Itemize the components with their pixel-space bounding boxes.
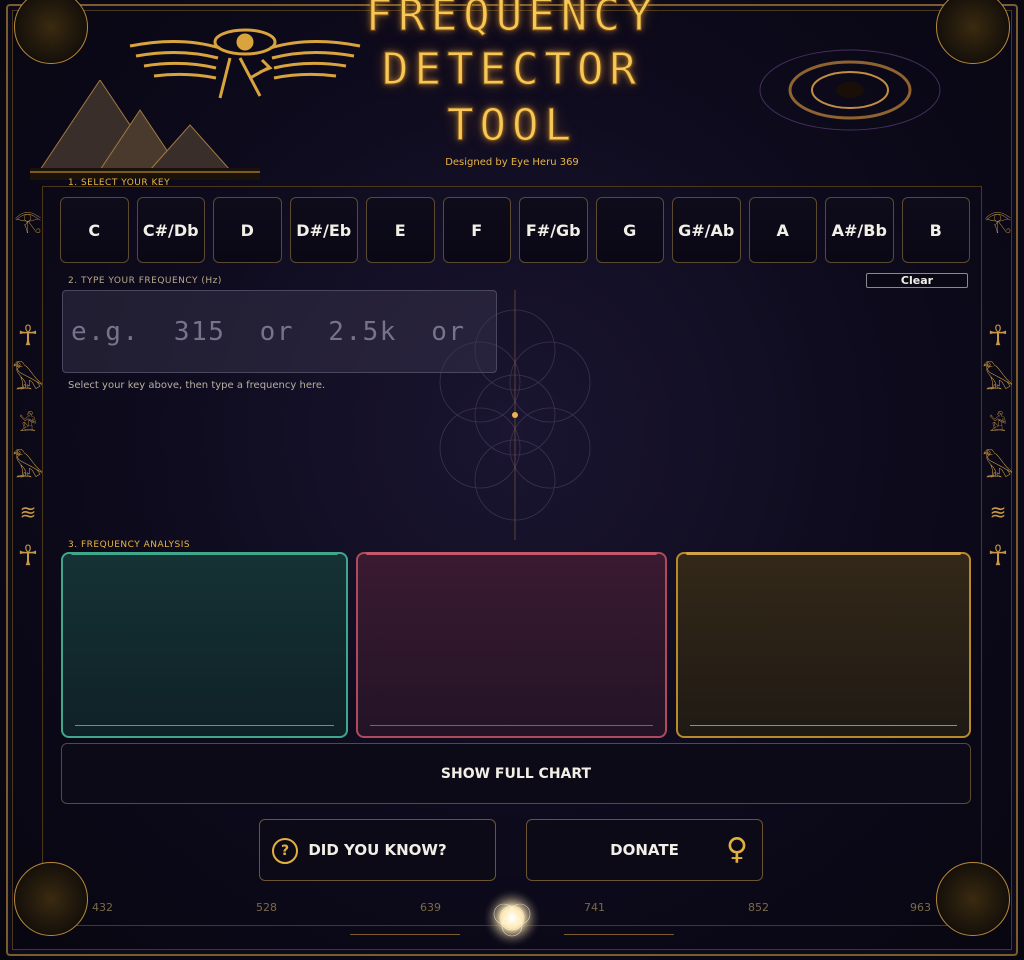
footer-divider-left: [350, 934, 460, 935]
footer-frequency-432: 432: [92, 901, 113, 914]
card-divider: [370, 725, 653, 726]
card-accent-bar: [686, 552, 961, 555]
key-button-d-sharp[interactable]: D#/Eb: [289, 197, 358, 263]
footer-divider-right: [564, 934, 674, 935]
frequency-hint: Select your key above, then type a frequ…: [68, 380, 326, 391]
footer-frequency-852: 852: [748, 901, 769, 914]
title-line-1: FREQUENCY: [365, 0, 659, 41]
figures-icon: 𓀀: [989, 412, 1007, 436]
did-you-know-label: DID YOU KNOW?: [308, 841, 447, 859]
eye-of-horus-icon: 𓂀: [14, 209, 42, 234]
figures-icon: 𓀀: [19, 412, 37, 436]
falcon-icon: 𓅃: [982, 451, 1014, 484]
clear-button[interactable]: Clear: [866, 273, 968, 288]
left-hieroglyph-column: 𓂀 ☥ 𓅃 𓀀 𓅃 ≋ ☥: [10, 200, 46, 578]
key-button-e[interactable]: E: [366, 197, 435, 263]
corner-mandala-bottom-right: [936, 862, 1010, 936]
ankh-icon: ☥: [17, 539, 39, 572]
card-divider: [75, 725, 334, 726]
section-label-type-frequency: 2. TYPE YOUR FREQUENCY (Hz): [68, 276, 222, 286]
key-button-d[interactable]: D: [213, 197, 282, 263]
analysis-card-rose: [356, 552, 667, 738]
key-selector: C C#/Db D D#/Eb E F F#/Gb G G#/Ab A A#/B…: [60, 197, 970, 263]
falcon-icon: 𓅃: [12, 451, 44, 484]
footer-frequency-639: 639: [420, 901, 441, 914]
footer-frequency-963: 963: [910, 901, 931, 914]
analysis-card-amber: [676, 552, 971, 738]
corner-mandala-bottom-left: [14, 862, 88, 936]
show-full-chart-button[interactable]: SHOW FULL CHART: [61, 743, 971, 804]
did-you-know-button[interactable]: ? DID YOU KNOW?: [259, 819, 496, 881]
question-icon: ?: [272, 838, 298, 864]
frequency-input[interactable]: [62, 290, 497, 373]
title-line-2: DETECTOR: [382, 44, 642, 95]
key-button-f[interactable]: F: [442, 197, 511, 263]
ankh-icon: ☥: [987, 539, 1009, 572]
eye-of-horus-icon: 𓂀: [984, 209, 1012, 234]
venus-icon: ♀: [726, 832, 748, 867]
right-hieroglyph-column: 𓂀 ☥ 𓅃 𓀀 𓅃 ≋ ☥: [980, 200, 1016, 578]
card-accent-bar: [71, 552, 338, 555]
donate-button[interactable]: DONATE ♀: [526, 819, 763, 881]
title-line-3: TOOL: [447, 100, 577, 151]
ankh-icon: ☥: [987, 319, 1009, 352]
water-icon: ≋: [19, 500, 37, 524]
donate-label: DONATE: [610, 841, 679, 859]
water-icon: ≋: [989, 500, 1007, 524]
analysis-card-teal: [61, 552, 348, 738]
key-button-g[interactable]: G: [595, 197, 664, 263]
falcon-icon: 𓅃: [12, 363, 44, 396]
footer-frequency-528: 528: [256, 901, 277, 914]
falcon-icon: 𓅃: [982, 363, 1014, 396]
header: FREQUENCY DETECTOR TOOL Designed by Eye …: [0, 0, 1024, 186]
ankh-icon: ☥: [17, 319, 39, 352]
key-button-c[interactable]: C: [60, 197, 129, 263]
key-button-c-sharp[interactable]: C#/Db: [136, 197, 205, 263]
card-divider: [690, 725, 957, 726]
key-button-g-sharp[interactable]: G#/Ab: [672, 197, 741, 263]
footer-frequency-741: 741: [584, 901, 605, 914]
designed-by-credit: Designed by Eye Heru 369: [445, 157, 579, 168]
key-button-a-sharp[interactable]: A#/Bb: [825, 197, 894, 263]
card-accent-bar: [366, 552, 657, 555]
key-button-f-sharp[interactable]: F#/Gb: [519, 197, 588, 263]
key-button-a[interactable]: A: [748, 197, 817, 263]
section-label-select-key: 1. SELECT YOUR KEY: [68, 178, 171, 188]
section-label-frequency-analysis: 3. FREQUENCY ANALYSIS: [68, 540, 191, 550]
key-button-b[interactable]: B: [901, 197, 970, 263]
glowing-orb-icon: [482, 888, 542, 948]
